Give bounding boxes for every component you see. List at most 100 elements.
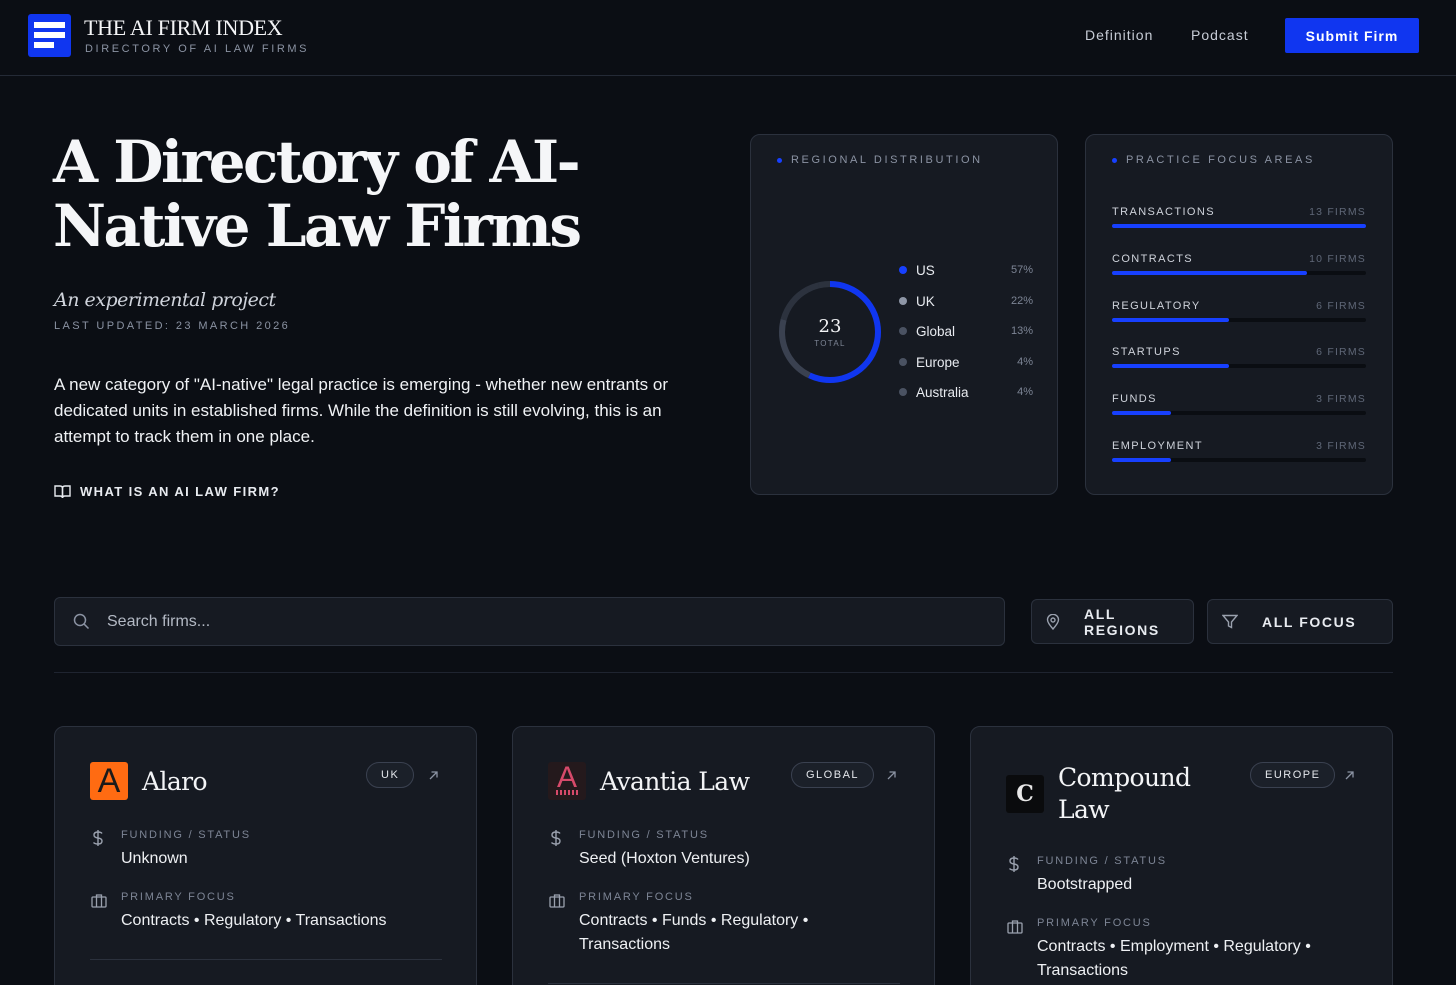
dollar-icon <box>1007 855 1021 878</box>
what-is-ai-law-firm-link[interactable]: WHAT IS AN AI LAW FIRM? <box>54 484 280 499</box>
focus-bar-track <box>1112 224 1366 228</box>
funding-label: FUNDING / STATUS <box>121 829 251 841</box>
primary-focus-label: PRIMARY FOCUS <box>1037 917 1152 929</box>
legend-region-name: Australia <box>916 384 969 400</box>
donut-total-label: TOTAL <box>814 339 846 348</box>
focus-filter-label: ALL FOCUS <box>1262 613 1357 630</box>
focus-bar-fill <box>1112 270 1308 275</box>
all-regions-filter[interactable]: ALL REGIONS <box>1031 599 1194 644</box>
focus-count: 3 FIRMS <box>1316 440 1366 452</box>
search-icon <box>73 613 90 635</box>
site-subtitle: DIRECTORY OF AI LAW FIRMS <box>85 43 310 55</box>
focus-name: FUNDS <box>1112 393 1157 406</box>
regional-distribution-panel: REGIONAL DISTRIBUTION 23 TOTAL US 57% UK 22… <box>750 134 1058 495</box>
firm-card-compound-law[interactable]: C Compound Law EUROPE FUNDING / STATUS B… <box>970 726 1393 985</box>
focus-count: 13 FIRMS <box>1309 206 1366 218</box>
search-input[interactable] <box>107 598 987 645</box>
funding-label: FUNDING / STATUS <box>579 829 709 841</box>
submit-firm-button[interactable]: Submit Firm <box>1285 18 1419 53</box>
legend-dot <box>899 358 907 366</box>
legend-item: Global 13% <box>899 321 1033 341</box>
legend-item: US 57% <box>899 260 1033 280</box>
legend-region-name: UK <box>916 293 935 309</box>
focus-row-contracts: CONTRACTS 10 FIRMS <box>1112 253 1366 281</box>
nav-podcast-link[interactable]: Podcast <box>1191 27 1249 43</box>
nav-definition-link[interactable]: Definition <box>1085 27 1153 43</box>
firm-logo-alaro: A <box>90 762 128 800</box>
legend-dot <box>899 327 907 335</box>
legend-dot <box>899 297 907 305</box>
focus-bar-track <box>1112 458 1366 462</box>
focus-name: REGULATORY <box>1112 299 1201 312</box>
practice-focus-panel: PRACTICE FOCUS AREAS TRANSACTIONS 13 FIRM… <box>1085 134 1393 495</box>
funding-value: Bootstrapped <box>1037 876 1133 893</box>
legend-item: Europe 4% <box>899 352 1033 372</box>
briefcase-icon <box>1007 919 1023 939</box>
focus-bar-fill <box>1112 317 1230 322</box>
briefcase-icon <box>549 893 565 913</box>
legend-percent: 4% <box>1017 386 1033 398</box>
focus-count: 3 FIRMS <box>1316 393 1366 406</box>
firm-name[interactable]: Compound Law <box>1058 762 1208 826</box>
focus-row-employment: EMPLOYMENT 3 FIRMS <box>1112 440 1366 468</box>
section-divider <box>54 672 1393 673</box>
focus-row-transactions: TRANSACTIONS 13 FIRMS <box>1112 206 1366 234</box>
external-link-icon[interactable] <box>428 768 439 786</box>
legend-item: UK 22% <box>899 291 1033 311</box>
focus-panel-label: PRACTICE FOCUS AREAS <box>1112 154 1315 166</box>
region-badge: UK <box>366 762 415 788</box>
donut-total: 23 <box>818 316 842 337</box>
page-title: A Directory of AI-Native Law Firms <box>53 128 582 260</box>
funding-value: Unknown <box>121 850 188 867</box>
legend-percent: 57% <box>1010 264 1033 276</box>
legend-item: Australia 4% <box>899 382 1033 402</box>
last-updated: LAST UPDATED: 23 MARCH 2026 <box>54 320 291 332</box>
primary-focus-label: PRIMARY FOCUS <box>579 891 694 903</box>
card-divider <box>548 983 900 984</box>
all-focus-filter[interactable]: ALL FOCUS <box>1207 599 1393 644</box>
legend-region-name: Global <box>916 323 956 339</box>
intro-paragraph: A new category of "AI-native" legal prac… <box>54 375 668 446</box>
firm-card-avantia-law[interactable]: A Avantia Law GLOBAL FUNDING / STATUS Se… <box>512 726 935 985</box>
focus-row-regulatory: REGULATORY 6 FIRMS <box>1112 300 1366 328</box>
regional-panel-label: REGIONAL DISTRIBUTION <box>777 154 983 166</box>
search-box[interactable] <box>54 597 1005 646</box>
region-donut-chart: 23 TOTAL <box>777 279 883 385</box>
firm-name[interactable]: Alaro <box>142 766 208 798</box>
logo-icon[interactable] <box>28 14 71 57</box>
primary-focus-value: Contracts • Funds • Regulatory • Transac… <box>579 912 809 953</box>
external-link-icon[interactable] <box>1344 768 1355 786</box>
primary-focus-value: Contracts • Regulatory • Transactions <box>121 912 387 929</box>
focus-name: STARTUPS <box>1112 346 1181 359</box>
focus-bar-fill <box>1112 364 1230 369</box>
legend-percent: 4% <box>1017 356 1033 368</box>
region-badge: GLOBAL <box>791 762 875 788</box>
focus-row-startups: STARTUPS 6 FIRMS <box>1112 346 1366 374</box>
funding-label: FUNDING / STATUS <box>1037 855 1167 867</box>
legend-percent: 13% <box>1010 325 1033 337</box>
focus-bar-track <box>1112 317 1366 322</box>
focus-count: 6 FIRMS <box>1316 346 1366 359</box>
site-title[interactable]: THE AI FIRM INDEX <box>84 15 283 41</box>
firm-card-alaro[interactable]: A Alaro UK FUNDING / STATUS Unknown PRIM… <box>54 726 477 985</box>
primary-focus-value: Contracts • Employment • Regulatory • Tr… <box>1037 938 1311 979</box>
legend-region-name: US <box>916 262 935 278</box>
map-pin-icon <box>1046 613 1060 630</box>
tagline: An experimental project <box>54 289 276 311</box>
funding-value: Seed (Hoxton Ventures) <box>579 850 750 867</box>
focus-name: TRANSACTIONS <box>1112 206 1215 218</box>
external-link-icon[interactable] <box>886 768 897 786</box>
region-badge: EUROPE <box>1250 762 1336 788</box>
focus-count: 10 FIRMS <box>1309 252 1366 265</box>
card-divider <box>90 959 442 960</box>
focus-name: CONTRACTS <box>1112 252 1194 265</box>
focus-name: EMPLOYMENT <box>1112 440 1204 452</box>
firm-name[interactable]: Avantia Law <box>600 766 750 798</box>
focus-bar-track <box>1112 411 1366 416</box>
focus-bar-track <box>1112 364 1366 369</box>
primary-focus-label: PRIMARY FOCUS <box>121 891 236 903</box>
legend-region-name: Europe <box>916 354 960 370</box>
focus-count: 6 FIRMS <box>1316 299 1366 312</box>
legend-dot <box>899 266 907 274</box>
filter-icon <box>1222 614 1238 629</box>
